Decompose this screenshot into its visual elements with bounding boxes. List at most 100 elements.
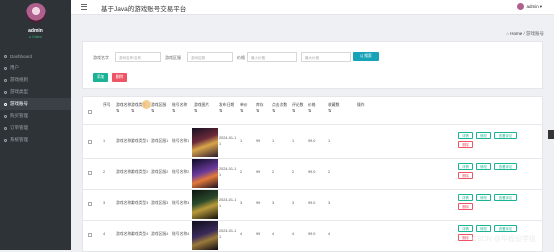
view-comments-button[interactable]: 查看评论 [494,132,517,139]
column-header[interactable]: 单价 [240,103,248,109]
breadcrumb-home[interactable]: Home [510,31,522,36]
top-user-menu[interactable]: admin ▾ [517,3,542,10]
detail-button[interactable]: 详情 [458,194,473,201]
table-cell: 2 [240,170,243,174]
data-table: 序号 游戏名称 ⇅ 游戏类型 ⇅ 游戏区服 ⇅ 账号名称 ⇅ 游戏图片 ⇅ 发布日期 ⇅ 单价 ⇅ 库存 ⇅ 点击… [82,96,543,252]
delete-button[interactable]: 删除 [112,73,127,82]
column-header[interactable]: 账号名称 [172,103,187,109]
column-header[interactable]: 收藏数 [328,103,339,109]
column-header: 操作 [357,103,365,107]
column-header[interactable]: ⇅ [116,109,119,115]
search-panel: 游戏名字 游戏名称/名称 游戏区服 游戏区服 价格 最小价格 最大价格 Q 搜索… [82,41,543,89]
row-checkbox[interactable] [88,233,92,237]
sidebar-item-label: 购买管理 [10,113,28,118]
sidebar-item-7[interactable]: 系统管理 [0,134,71,146]
view-comments-button[interactable]: 查看评论 [494,194,517,201]
sidebar-item-2[interactable]: 游戏规则 [0,74,71,86]
cart-icon [4,114,7,118]
caret-down-icon: ▾ [539,3,542,9]
edit-button[interactable]: 修改 [476,194,491,201]
column-header[interactable]: ⇅ [172,109,175,115]
table-cell: 账号名称2 [172,170,190,174]
detail-button[interactable]: 详情 [458,225,473,232]
search-button[interactable]: Q 搜索 [353,52,379,61]
column-header[interactable]: 游戏名称 [116,103,131,109]
table-cell: 游戏类型3 [131,201,149,205]
row-checkbox[interactable] [88,171,92,175]
table-cell: 3 [103,201,106,205]
table-cell: 账号名称4 [172,232,190,236]
column-header[interactable]: ⇅ [240,109,243,115]
row-checkbox[interactable] [88,202,92,206]
avatar[interactable] [26,3,46,23]
price-min-input[interactable]: 最小价格 [247,52,297,62]
table-cell: 99.0 [308,232,316,236]
sidebar-item-label: 游戏类型 [10,89,28,94]
column-header[interactable]: ⇅ [194,109,197,115]
column-header[interactable]: 游戏区服 [151,103,166,109]
table-cell: 2024-01-1 1 [219,198,237,208]
table-cell: 99.0 [308,139,316,143]
top-avatar [517,3,525,10]
side-tab[interactable] [548,130,554,139]
sidebar-item-5[interactable]: 购买管理 [0,110,71,122]
row-delete-button[interactable]: 删除 [458,203,473,210]
sidebar-menu: Dashboard 用户游戏规则游戏类型游戏账号购买管理订单管理系统管理 [0,50,71,146]
table-cell: 2024-01-1 1 [219,167,237,177]
sidebar-item-4[interactable]: 游戏账号 [0,98,71,110]
column-header[interactable]: 游戏图片 [194,103,209,109]
add-button[interactable]: 添加 [93,73,108,82]
game-name-label: 游戏名字 [93,55,109,60]
table-cell: 1 [328,139,331,143]
user-icon [4,66,7,70]
column-header[interactable]: 价格 [308,103,316,109]
table-cell: 3 [272,201,275,205]
row-divider [83,158,542,159]
view-comments-button[interactable]: 查看评论 [494,225,517,232]
table-cell: 99.0 [308,201,316,205]
column-header[interactable]: ⇅ [308,109,311,115]
table-cell: 1 [240,139,243,143]
column-header[interactable]: 发布日期 [219,103,234,109]
column-header[interactable]: 点击次数 [272,103,287,109]
sidebar-item-3[interactable]: 游戏类型 [0,86,71,98]
sidebar-item-label: 系统管理 [10,137,28,142]
column-header[interactable]: ⇅ [328,109,331,115]
column-header[interactable]: 库存 [256,103,264,109]
row-delete-button[interactable]: 删除 [458,141,473,148]
edit-button[interactable]: 修改 [476,132,491,139]
row-delete-button[interactable]: 删除 [458,172,473,179]
sidebar-item-label: 游戏规则 [10,77,28,82]
game-thumbnail [192,128,218,157]
price-max-input[interactable]: 最大价格 [301,52,351,62]
table-cell: 2 [292,170,295,174]
rule-icon [4,78,7,82]
table-cell: 99 [256,170,261,174]
header-divider [83,124,542,125]
row-checkbox[interactable] [88,140,92,144]
column-header[interactable]: ⇅ [272,109,275,115]
game-thumbnail [192,159,218,188]
sidebar-item-1[interactable]: 用户 [0,62,71,74]
column-header[interactable]: ⇅ [292,109,295,115]
sidebar-item-6[interactable]: 订单管理 [0,122,71,134]
top-user-label: admin [526,4,539,9]
column-header[interactable]: ⇅ [256,109,259,115]
column-header[interactable]: ⇅ [131,109,134,115]
game-name-input[interactable]: 游戏名称/名称 [115,52,161,62]
sidebar-item-label: Dashboard [10,53,33,59]
column-header[interactable]: ⇅ [151,109,154,115]
row-delete-button[interactable]: 删除 [458,234,473,241]
menu-toggle-icon[interactable] [81,4,87,10]
column-header[interactable]: 评论数 [292,103,303,109]
column-header[interactable]: ⇅ [219,109,222,115]
detail-button[interactable]: 详情 [458,163,473,170]
detail-button[interactable]: 详情 [458,132,473,139]
sidebar-item-label: 用户 [10,65,19,70]
edit-button[interactable]: 修改 [476,225,491,232]
game-server-input[interactable]: 游戏区服 [187,52,233,62]
select-all-checkbox[interactable] [88,110,92,114]
view-comments-button[interactable]: 查看评论 [494,163,517,170]
edit-button[interactable]: 修改 [476,163,491,170]
sidebar-item-0[interactable]: Dashboard [0,50,71,62]
